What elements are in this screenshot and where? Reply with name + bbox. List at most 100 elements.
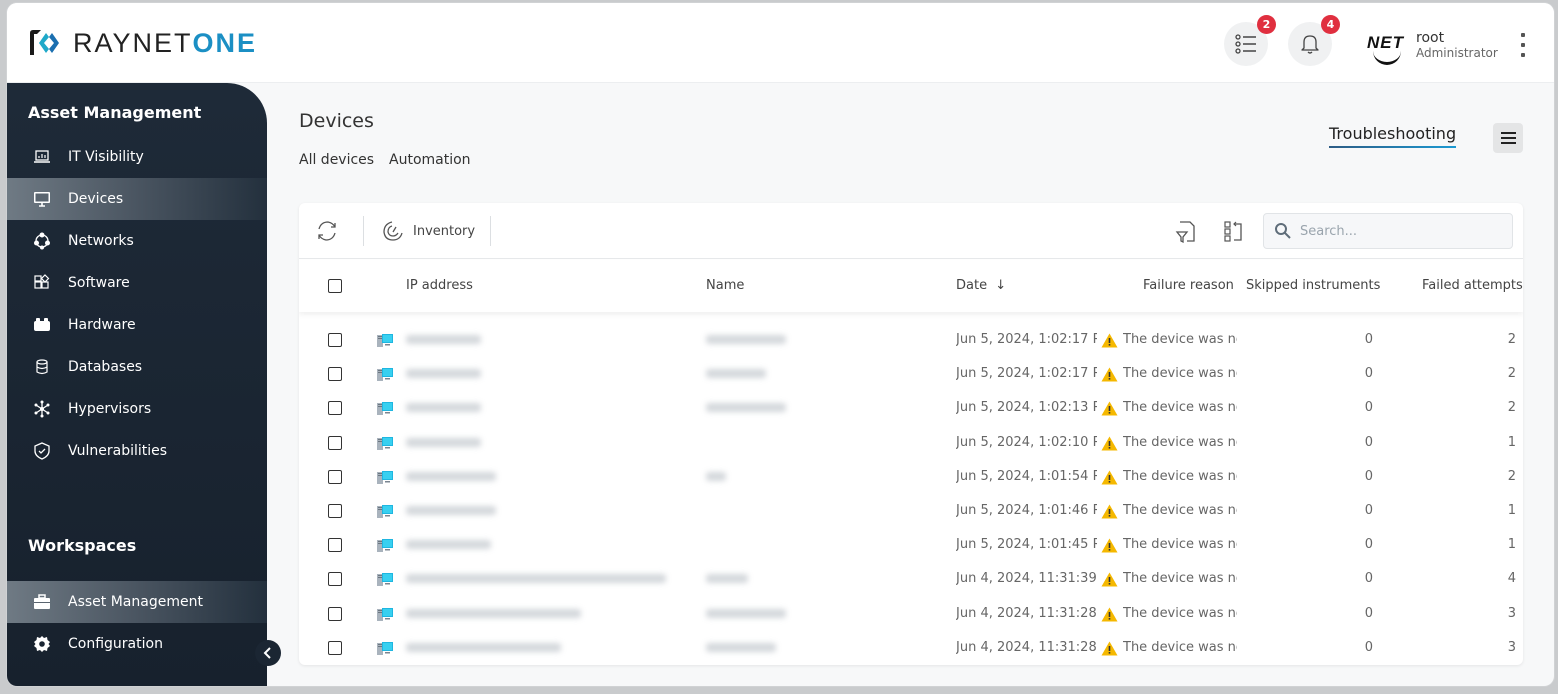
sidebar-item-devices[interactable]: Devices — [7, 178, 267, 220]
skipped-instruments-cell: 0 — [1364, 605, 1373, 621]
column-ip-address[interactable]: IP address — [406, 278, 473, 293]
select-all-checkbox[interactable] — [328, 279, 342, 293]
skipped-instruments-cell: 0 — [1364, 639, 1373, 655]
filter-document-icon — [1175, 221, 1195, 244]
ip-address-redacted — [406, 335, 481, 344]
failure-reason-cell: The device was not — [1123, 366, 1237, 382]
computer-icon — [377, 470, 393, 484]
column-failed-attempts[interactable]: Failed attempts — [1422, 278, 1523, 293]
sidebar-item-databases[interactable]: Databases — [7, 346, 267, 388]
row-checkbox[interactable] — [328, 401, 342, 416]
date-cell: Jun 5, 2024, 1:02:13 PM — [956, 400, 1097, 416]
user-name: root — [1416, 30, 1445, 46]
gear-icon — [33, 635, 51, 653]
skipped-instruments-cell: 0 — [1364, 366, 1373, 382]
device-name-redacted — [706, 369, 766, 379]
sidebar-section-title: Asset Management — [28, 103, 202, 122]
search-input[interactable] — [1300, 223, 1500, 239]
table-row[interactable]: Jun 5, 2024, 1:02:17 PM The device was n… — [299, 323, 1523, 357]
filter-button[interactable] — [1175, 220, 1197, 244]
sidebar-item-networks[interactable]: Networks — [7, 220, 267, 262]
database-icon — [33, 358, 51, 376]
row-checkbox[interactable] — [328, 572, 342, 587]
table-row[interactable]: Jun 5, 2024, 1:02:13 PM The device was n… — [299, 391, 1523, 425]
software-icon — [33, 274, 51, 292]
column-skipped-instruments[interactable]: Skipped instruments — [1246, 278, 1380, 293]
failure-reason-cell: The device was not — [1123, 503, 1237, 518]
collapse-sidebar-button[interactable] — [255, 640, 281, 666]
computer-icon — [377, 334, 393, 347]
failed-attempts-cell: 2 — [1507, 400, 1516, 416]
row-checkbox[interactable] — [328, 435, 342, 450]
tab-troubleshooting[interactable]: Troubleshooting — [1329, 124, 1457, 148]
ip-address-redacted — [406, 608, 581, 618]
user-role: Administrator — [1416, 46, 1498, 60]
column-name[interactable]: Name — [706, 278, 744, 293]
notifications-badge: 4 — [1321, 15, 1340, 34]
ip-address-redacted — [406, 506, 496, 515]
row-checkbox[interactable] — [328, 504, 342, 518]
device-name-redacted — [706, 403, 786, 413]
row-checkbox[interactable] — [328, 538, 342, 553]
notifications-button[interactable]: 4 — [1288, 15, 1340, 66]
tab-all-devices[interactable]: All devices — [299, 152, 374, 168]
warning-icon — [1101, 367, 1118, 382]
hamburger-menu-button[interactable] — [1493, 123, 1523, 153]
toolbar-divider — [490, 216, 491, 246]
computer-icon — [377, 368, 393, 382]
computer-icon — [377, 505, 393, 518]
ip-address-redacted — [406, 540, 491, 550]
ip-address-redacted — [406, 369, 481, 379]
table-row[interactable]: Jun 4, 2024, 11:31:28 AM The device was … — [299, 597, 1523, 631]
table-row[interactable]: Jun 5, 2024, 1:01:46 PM The device was n… — [299, 494, 1523, 528]
sidebar-item-vulnerabilities[interactable]: Vulnerabilities — [7, 430, 267, 472]
ip-address-redacted — [406, 403, 481, 413]
refresh-button[interactable] — [315, 219, 339, 243]
sidebar-item-it-visibility[interactable]: IT Visibility — [7, 136, 267, 178]
row-checkbox[interactable] — [328, 606, 342, 621]
table-row[interactable]: Jun 4, 2024, 11:31:28 AM The device was … — [299, 631, 1523, 665]
briefcase-icon — [33, 593, 51, 611]
laptop-chart-icon — [33, 148, 51, 166]
workspace-asset-management[interactable]: Asset Management — [7, 581, 267, 623]
skipped-instruments-cell: 0 — [1364, 537, 1373, 553]
row-checkbox[interactable] — [328, 469, 342, 484]
row-checkbox[interactable] — [328, 367, 342, 382]
sidebar-item-hardware[interactable]: Hardware — [7, 304, 267, 346]
columns-button[interactable] — [1223, 220, 1245, 244]
page-title: Devices — [299, 110, 374, 132]
device-name-redacted — [706, 471, 726, 481]
column-date[interactable]: Date ↓ — [956, 278, 1006, 293]
table-toolbar: Inventory — [299, 203, 1523, 259]
user-info[interactable]: root Administrator — [1416, 30, 1498, 60]
inventory-button[interactable]: Inventory — [381, 219, 475, 243]
sort-descending-icon: ↓ — [995, 278, 1007, 293]
table-row[interactable]: Jun 5, 2024, 1:02:17 PM The device was n… — [299, 357, 1523, 391]
ip-address-redacted — [406, 642, 561, 652]
workspace-configuration[interactable]: Configuration — [7, 623, 267, 665]
table-row[interactable]: Jun 5, 2024, 1:02:10 PM The device was n… — [299, 426, 1523, 460]
row-checkbox[interactable] — [328, 640, 342, 655]
more-options-icon[interactable] — [1518, 33, 1528, 57]
devices-table-card: Inventory Search... IP address Name Date… — [299, 203, 1523, 665]
table-row[interactable]: Jun 5, 2024, 1:01:45 PM The device was n… — [299, 528, 1523, 562]
computer-icon — [377, 607, 393, 621]
table-row[interactable]: Jun 4, 2024, 11:31:39 AM The device was … — [299, 562, 1523, 596]
sidebar-item-hypervisors[interactable]: Hypervisors — [7, 388, 267, 430]
user-avatar[interactable]: NET — [1365, 27, 1413, 65]
ip-address-redacted — [406, 574, 666, 584]
toolbar-divider — [363, 216, 364, 246]
sidebar-item-software[interactable]: Software — [7, 262, 267, 304]
tab-automation[interactable]: Automation — [389, 152, 471, 168]
failure-reason-cell: The device was not — [1123, 605, 1237, 621]
failed-attempts-cell: 3 — [1507, 639, 1516, 655]
table-row[interactable]: Jun 5, 2024, 1:01:54 PM The device was n… — [299, 460, 1523, 494]
row-checkbox[interactable] — [328, 333, 342, 347]
tasks-button[interactable]: 2 — [1224, 15, 1276, 66]
skipped-instruments-cell: 0 — [1364, 468, 1373, 484]
ip-address-redacted — [406, 437, 481, 447]
raynetone-logo[interactable]: RAYNETONE — [27, 27, 257, 59]
column-failure-reason[interactable]: Failure reason — [1143, 278, 1234, 293]
search-box[interactable] — [1263, 213, 1513, 249]
failed-attempts-cell: 2 — [1507, 366, 1516, 382]
